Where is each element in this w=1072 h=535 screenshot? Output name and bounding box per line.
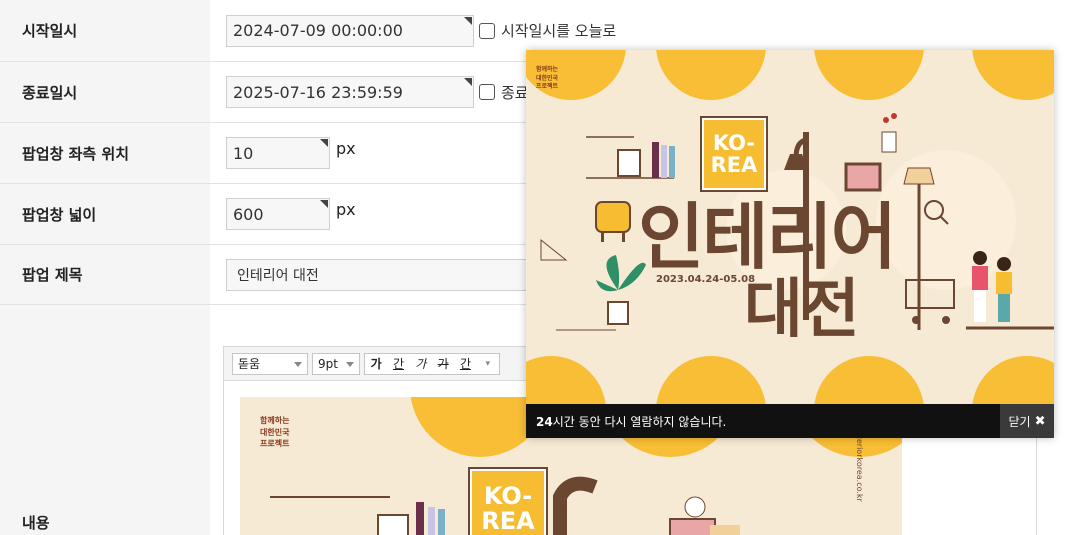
end-date-value: 2025-07-16 23:59:59 — [233, 82, 403, 102]
popup-title-label: 팝업 제목 — [0, 245, 210, 304]
italic-button[interactable]: 가 — [410, 355, 432, 372]
badge-line: REA — [710, 153, 758, 177]
width-input[interactable]: 600 — [226, 198, 330, 230]
badge-line: KO- — [712, 130, 756, 155]
start-today-checkbox[interactable]: 시작일시를 오늘로 — [479, 20, 616, 41]
banner-title-line2: 대전 — [744, 273, 860, 347]
chevron-down-icon[interactable]: ▾ — [477, 359, 499, 369]
end-date-label: 종료일시 — [0, 62, 210, 122]
end-today-label: 종료 — [501, 83, 529, 102]
start-date-label: 시작일시 — [0, 0, 210, 61]
width-value: 600 — [233, 204, 264, 224]
format-buttons: 가 간 가 가 간 ▾ — [364, 352, 500, 375]
width-unit: px — [336, 199, 356, 219]
checkbox-icon[interactable] — [479, 22, 495, 39]
hide-message: 시간 동안 다시 열람하지 않습니다. — [552, 414, 727, 429]
font-size-select[interactable]: 9pt — [312, 352, 360, 375]
input-corner-icon — [464, 78, 472, 86]
input-corner-icon — [320, 139, 328, 147]
close-button[interactable]: 닫기 ✖ — [1000, 404, 1054, 438]
font-family-select[interactable]: 돋움 — [232, 352, 308, 375]
close-label: 닫기 — [1008, 414, 1031, 429]
font-family-value: 돋움 — [238, 357, 261, 371]
popup-banner-image: 함께하는 대한민국 프로젝트 KO- REA 인테리어 대전 2023.04.2… — [526, 50, 1054, 404]
strikethrough-button[interactable]: 가 — [432, 355, 454, 372]
end-date-input[interactable]: 2025-07-16 23:59:59 — [226, 76, 474, 108]
width-label: 팝업창 넓이 — [0, 184, 210, 244]
chevron-down-icon — [294, 361, 302, 367]
popup-preview-window: 함께하는 대한민국 프로젝트 KO- REA 인테리어 대전 2023.04.2… — [526, 50, 1054, 438]
popup-title-value: 인테리어 대전 — [237, 267, 319, 284]
left-position-unit: px — [336, 138, 356, 158]
checkbox-icon[interactable] — [479, 84, 495, 100]
left-position-label: 팝업창 좌측 위치 — [0, 123, 210, 183]
chevron-down-icon — [346, 361, 354, 367]
close-x-icon: ✖ — [1034, 413, 1046, 429]
input-corner-icon — [464, 16, 472, 25]
left-position-input[interactable]: 10 — [226, 137, 330, 169]
start-date-input[interactable]: 2024-07-09 00:00:00 — [226, 14, 474, 47]
end-today-checkbox[interactable]: 종료 — [479, 82, 529, 103]
hide-24h-link[interactable]: 24시간 동안 다시 열람하지 않습니다. — [526, 413, 1000, 430]
underline-button[interactable]: 간 — [387, 355, 409, 372]
start-today-label: 시작일시를 오늘로 — [501, 22, 617, 40]
start-date-value: 2024-07-09 00:00:00 — [233, 21, 403, 40]
bold-button[interactable]: 가 — [365, 355, 387, 372]
font-size-value: 9pt — [318, 356, 338, 371]
hide-hours-number: 24 — [536, 414, 553, 429]
banner-date-range: 2023.04.24-05.08 — [656, 274, 756, 285]
input-corner-icon — [320, 200, 328, 208]
font-color-button[interactable]: 간 — [454, 355, 476, 372]
left-position-value: 10 — [233, 143, 254, 163]
popup-footer: 24시간 동안 다시 열람하지 않습니다. 닫기 ✖ — [526, 404, 1054, 438]
content-label: 내용 — [0, 305, 210, 535]
popup-title-input[interactable]: 인테리어 대전 — [226, 258, 546, 291]
